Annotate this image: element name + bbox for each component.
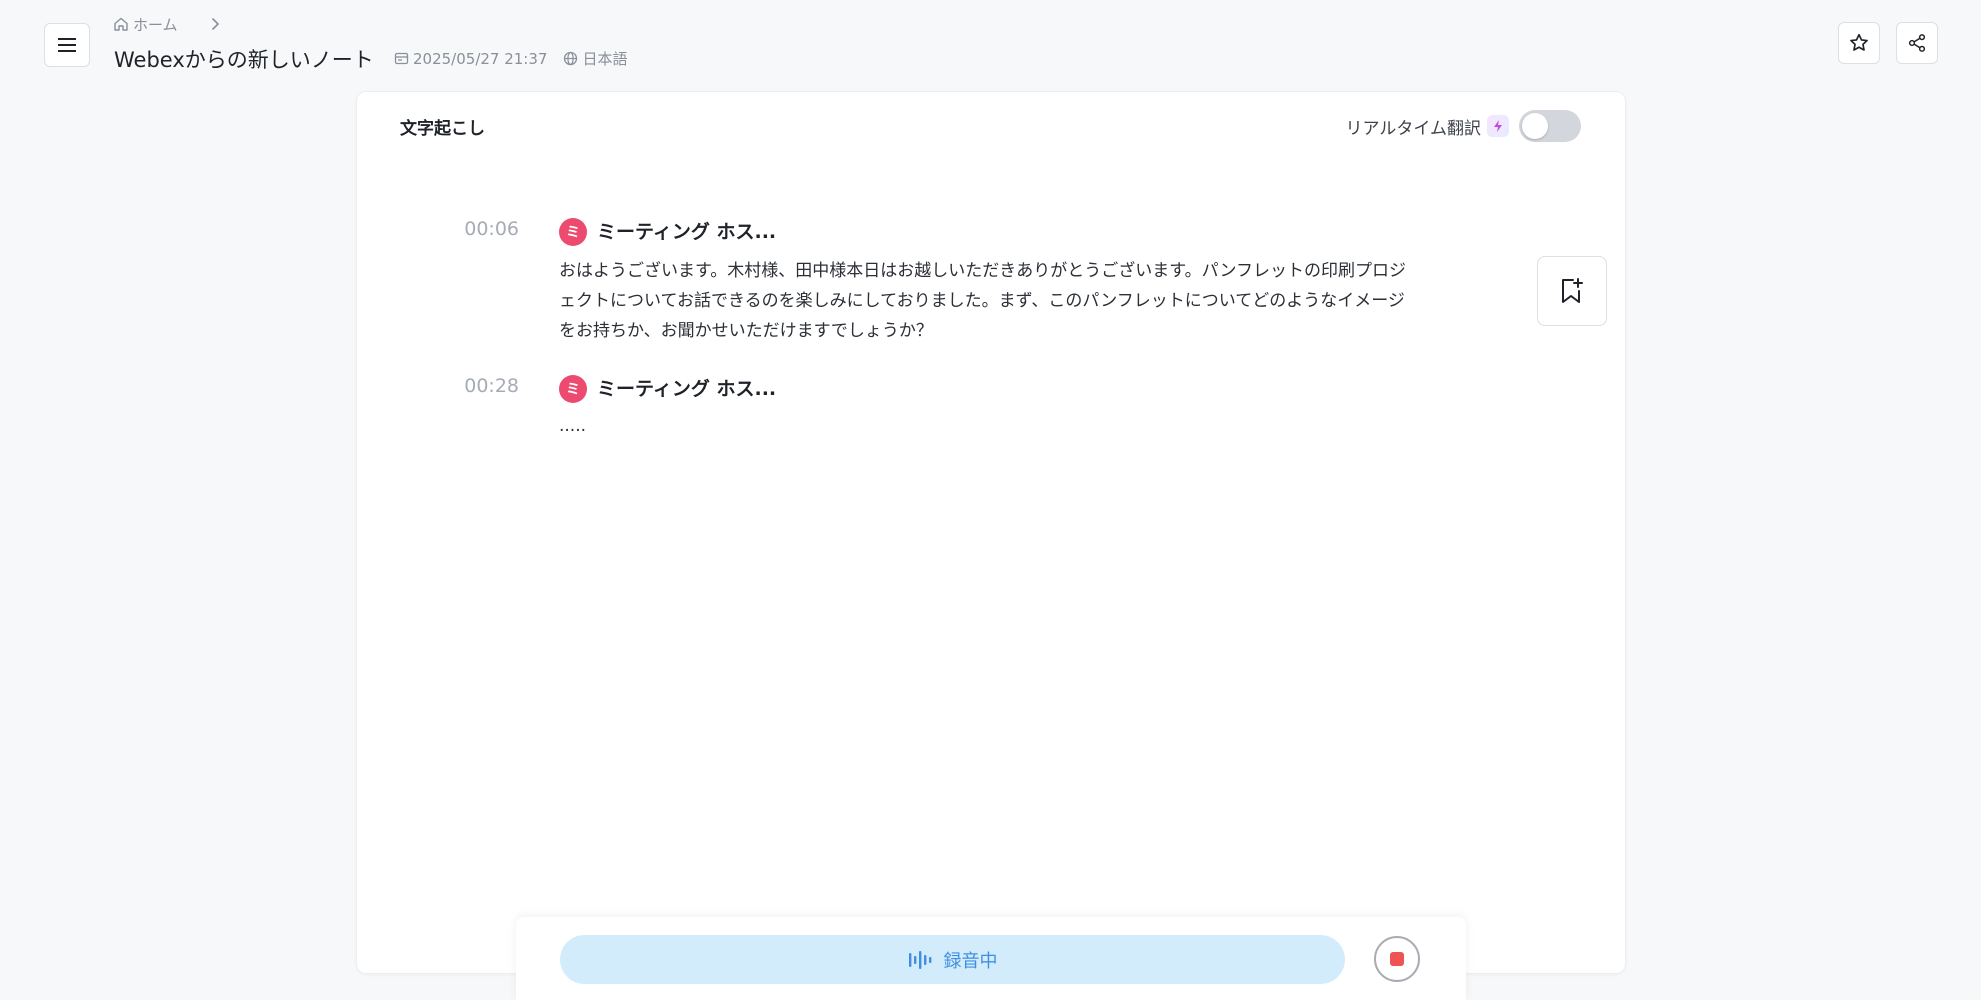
waveform-icon xyxy=(908,950,931,969)
calendar-icon xyxy=(394,52,409,65)
recording-status-button[interactable]: 録音中 xyxy=(560,935,1345,984)
recording-status-label: 録音中 xyxy=(943,950,998,972)
chevron-right-icon xyxy=(211,18,219,30)
avatar: ミ xyxy=(559,218,587,246)
menu-icon xyxy=(58,38,76,52)
language-meta[interactable]: 日本語 xyxy=(563,48,627,69)
entry-text: おはようございます。木村様、田中様本日はお越しいただきありがとうございます。パン… xyxy=(559,261,1406,341)
top-bar: ホーム Webexからの新しいノート 2025/05/27 21:37 日本語 xyxy=(0,0,1981,90)
home-icon xyxy=(114,17,128,31)
breadcrumb: ホーム xyxy=(113,13,222,35)
transcript-title: 文字起こし xyxy=(400,119,485,139)
entry-timestamp[interactable]: 00:28 xyxy=(419,375,519,397)
star-icon xyxy=(1850,33,1868,51)
datetime-meta: 2025/05/27 21:37 xyxy=(394,50,547,68)
transcript-card: 文字起こし リアルタイム翻訳 00:06 ミ ミーティング ホス... おはよう… xyxy=(356,91,1626,974)
language-text: 日本語 xyxy=(582,50,628,68)
menu-button[interactable] xyxy=(44,23,90,67)
speaker-name[interactable]: ミーティング ホス... xyxy=(597,217,776,244)
globe-icon xyxy=(564,51,578,66)
realtime-translation: リアルタイム翻訳 xyxy=(1345,110,1581,142)
sparkle-icon xyxy=(1487,115,1509,137)
datetime-text: 2025/05/27 21:37 xyxy=(413,49,548,68)
breadcrumb-home-link[interactable]: ホーム xyxy=(133,14,178,35)
stop-icon xyxy=(1390,952,1404,966)
recording-bar: 録音中 xyxy=(516,917,1466,1000)
entry-timestamp[interactable]: 00:06 xyxy=(419,218,519,240)
speaker-name[interactable]: ミーティング ホス... xyxy=(597,374,776,401)
share-icon xyxy=(1908,34,1926,52)
favorite-button[interactable] xyxy=(1838,22,1880,64)
realtime-translation-toggle[interactable] xyxy=(1519,110,1581,142)
share-button[interactable] xyxy=(1896,22,1938,64)
note-meta: 2025/05/27 21:37 日本語 xyxy=(394,48,643,69)
stop-recording-button[interactable] xyxy=(1374,936,1420,982)
entry-text: ..... xyxy=(559,416,587,436)
add-bookmark-button[interactable] xyxy=(1537,256,1607,326)
page-title: Webexからの新しいノート xyxy=(114,48,374,72)
bookmark-add-icon xyxy=(1562,278,1583,303)
realtime-translation-label: リアルタイム翻訳 xyxy=(1345,118,1482,139)
avatar: ミ xyxy=(559,375,587,403)
